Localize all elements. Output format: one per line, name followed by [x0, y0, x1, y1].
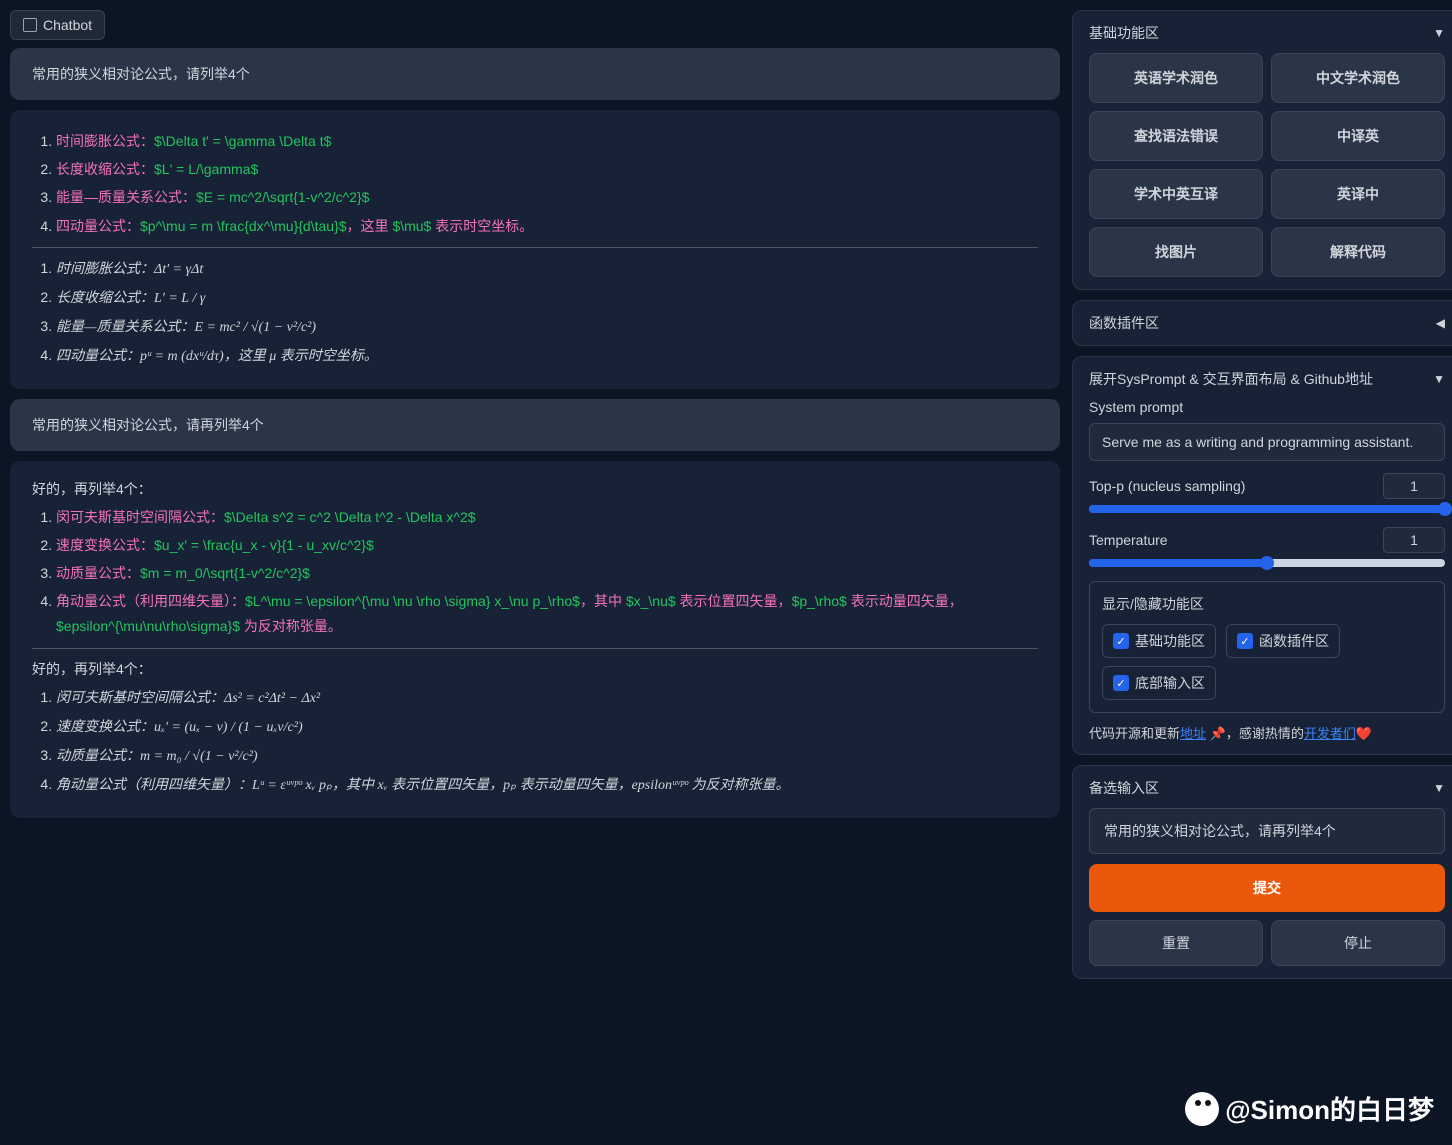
chk-bottom-input[interactable]: ✓底部输入区: [1102, 666, 1216, 700]
list-item: 能量—质量关系公式：E = mc² / √(1 − v²/c²): [56, 314, 1038, 340]
panel-alt-title: 备选输入区: [1089, 778, 1159, 798]
submit-button[interactable]: 提交: [1089, 864, 1445, 912]
panel-basic: 基础功能区 ▼ 英语学术润色 中文学术润色 查找语法错误 中译英 学术中英互译 …: [1072, 10, 1452, 290]
list-item: 时间膨胀公式：$\Delta t' = \gamma \Delta t$: [56, 129, 1038, 154]
alt-input[interactable]: 常用的狭义相对论公式，请再列举4个: [1089, 808, 1445, 854]
chk-plugin[interactable]: ✓函数插件区: [1226, 624, 1340, 658]
bot-message-1: 时间膨胀公式：$\Delta t' = \gamma \Delta t$ 长度收…: [10, 110, 1060, 389]
topp-row: Top-p (nucleus sampling) 1: [1089, 473, 1445, 513]
chk-basic[interactable]: ✓基础功能区: [1102, 624, 1216, 658]
user-message-1: 常用的狭义相对论公式，请列举4个: [10, 48, 1060, 100]
btn-academic-trans[interactable]: 学术中英互译: [1089, 169, 1263, 219]
chevron-left-icon: ◀: [1436, 316, 1445, 330]
divider: [32, 648, 1038, 649]
list-item: 动质量公式：$m = m_0/\sqrt{1-v^2/c^2}$: [56, 561, 1038, 586]
btn-eng-to-chn[interactable]: 英译中: [1271, 169, 1445, 219]
list-item: 能量—质量关系公式：$E = mc^2/\sqrt{1-v^2/c^2}$: [56, 185, 1038, 210]
topp-label: Top-p (nucleus sampling): [1089, 478, 1245, 494]
checkbox-icon: ✓: [1237, 633, 1253, 649]
temp-label: Temperature: [1089, 532, 1168, 548]
chevron-down-icon: ▼: [1433, 26, 1445, 40]
bot1-raw-list: 时间膨胀公式：$\Delta t' = \gamma \Delta t$ 长度收…: [32, 129, 1038, 239]
bot2-intro2: 好的，再列举4个：: [32, 657, 1038, 682]
system-prompt-label: System prompt: [1089, 399, 1445, 415]
btn-explain-code[interactable]: 解释代码: [1271, 227, 1445, 277]
temp-row: Temperature 1: [1089, 527, 1445, 567]
system-prompt-input[interactable]: Serve me as a writing and programming as…: [1089, 423, 1445, 461]
panel-basic-title: 基础功能区: [1089, 23, 1159, 43]
btn-eng-polish[interactable]: 英语学术润色: [1089, 53, 1263, 103]
chevron-down-icon: ▼: [1433, 372, 1445, 386]
bot-message-2: 好的，再列举4个： 闵可夫斯基时空间隔公式：$\Delta s^2 = c^2 …: [10, 461, 1060, 818]
chat-icon: [23, 18, 37, 32]
list-item: 四动量公式：pᵘ = m (dxᵘ/dτ)，这里 μ 表示时空坐标。: [56, 343, 1038, 369]
user-message-text: 常用的狭义相对论公式，请列举4个: [32, 66, 250, 82]
user-message-2: 常用的狭义相对论公式，请再列举4个: [10, 399, 1060, 451]
temp-value[interactable]: 1: [1383, 527, 1445, 553]
list-item: 闵可夫斯基时空间隔公式：$\Delta s^2 = c^2 \Delta t^2…: [56, 505, 1038, 530]
list-item: 长度收缩公式：$L' = L/\gamma$: [56, 157, 1038, 182]
credits-link-devs[interactable]: 开发者们: [1304, 726, 1356, 741]
system-prompt-value: Serve me as a writing and programming as…: [1102, 434, 1413, 450]
weibo-icon: [1185, 1092, 1219, 1126]
tab-chatbot[interactable]: Chatbot: [10, 10, 105, 40]
credits-link-repo[interactable]: 地址: [1180, 726, 1206, 741]
panel-expand-header[interactable]: 展开SysPrompt & 交互界面布局 & Github地址 ▼: [1089, 369, 1445, 389]
bot2-rendered-list: 闵可夫斯基时空间隔公式：Δs² = c²Δt² − Δx² 速度变换公式：uₓ′…: [32, 685, 1038, 799]
credits-line: 代码开源和更新地址 📌，感谢热情的开发者们❤️: [1089, 723, 1445, 742]
reset-button[interactable]: 重置: [1089, 920, 1263, 966]
list-item: 四动量公式：$p^\mu = m \frac{dx^\mu}{d\tau}$，这…: [56, 214, 1038, 239]
topp-value[interactable]: 1: [1383, 473, 1445, 499]
btn-find-image[interactable]: 找图片: [1089, 227, 1263, 277]
heart-icon: ❤️: [1356, 726, 1372, 741]
btn-chn-to-eng[interactable]: 中译英: [1271, 111, 1445, 161]
divider: [32, 247, 1038, 248]
chevron-down-icon: ▼: [1433, 781, 1445, 795]
hide-title: 显示/隐藏功能区: [1102, 594, 1432, 614]
panel-alt-input: 备选输入区 ▼ 常用的狭义相对论公式，请再列举4个 提交 重置 停止: [1072, 765, 1452, 979]
panel-plugin-header[interactable]: 函数插件区 ◀: [1089, 313, 1445, 333]
panel-plugin: 函数插件区 ◀: [1072, 300, 1452, 346]
list-item: 闵可夫斯基时空间隔公式：Δs² = c²Δt² − Δx²: [56, 685, 1038, 711]
user-message-text: 常用的狭义相对论公式，请再列举4个: [32, 417, 264, 433]
list-item: 速度变换公式：$u_x' = \frac{u_x - v}{1 - u_xv/c…: [56, 533, 1038, 558]
bot2-intro: 好的，再列举4个：: [32, 477, 1038, 502]
hide-group: 显示/隐藏功能区 ✓基础功能区 ✓函数插件区 ✓底部输入区: [1089, 581, 1445, 713]
btn-chn-polish[interactable]: 中文学术润色: [1271, 53, 1445, 103]
panel-expand-title: 展开SysPrompt & 交互界面布局 & Github地址: [1089, 369, 1373, 389]
watermark-text: @Simon的白日梦: [1225, 1090, 1434, 1127]
tab-label: Chatbot: [43, 17, 92, 33]
list-item: 动质量公式：m = m₀ / √(1 − v²/c²): [56, 743, 1038, 769]
panel-plugin-title: 函数插件区: [1089, 313, 1159, 333]
list-item: 长度收缩公式：L′ = L / γ: [56, 285, 1038, 311]
bot2-raw-list: 闵可夫斯基时空间隔公式：$\Delta s^2 = c^2 \Delta t^2…: [32, 505, 1038, 640]
basic-buttons-grid: 英语学术润色 中文学术润色 查找语法错误 中译英 学术中英互译 英译中 找图片 …: [1089, 53, 1445, 277]
panel-basic-header[interactable]: 基础功能区 ▼: [1089, 23, 1445, 43]
list-item: 角动量公式（利用四维矢量）：$L^\mu = \epsilon^{\mu \nu…: [56, 589, 1038, 639]
watermark: @Simon的白日梦: [1185, 1090, 1434, 1127]
panel-expand: 展开SysPrompt & 交互界面布局 & Github地址 ▼ System…: [1072, 356, 1452, 755]
list-item: 时间膨胀公式：Δt′ = γΔt: [56, 256, 1038, 282]
pushpin-icon: 📌: [1210, 726, 1226, 741]
checkbox-icon: ✓: [1113, 633, 1129, 649]
panel-alt-header[interactable]: 备选输入区 ▼: [1089, 778, 1445, 798]
alt-input-value: 常用的狭义相对论公式，请再列举4个: [1104, 823, 1336, 839]
bot1-rendered-list: 时间膨胀公式：Δt′ = γΔt 长度收缩公式：L′ = L / γ 能量—质量…: [32, 256, 1038, 370]
checkbox-icon: ✓: [1113, 675, 1129, 691]
temp-slider[interactable]: [1089, 559, 1445, 567]
list-item: 角动量公式（利用四维矢量）：Lᵘ = εᵘᵛᵖᵒ xᵥ pₚ，其中 xᵥ 表示位…: [56, 772, 1038, 798]
topp-slider[interactable]: [1089, 505, 1445, 513]
btn-grammar[interactable]: 查找语法错误: [1089, 111, 1263, 161]
stop-button[interactable]: 停止: [1271, 920, 1445, 966]
list-item: 速度变换公式：uₓ′ = (uₓ − v) / (1 − uₓv/c²): [56, 714, 1038, 740]
